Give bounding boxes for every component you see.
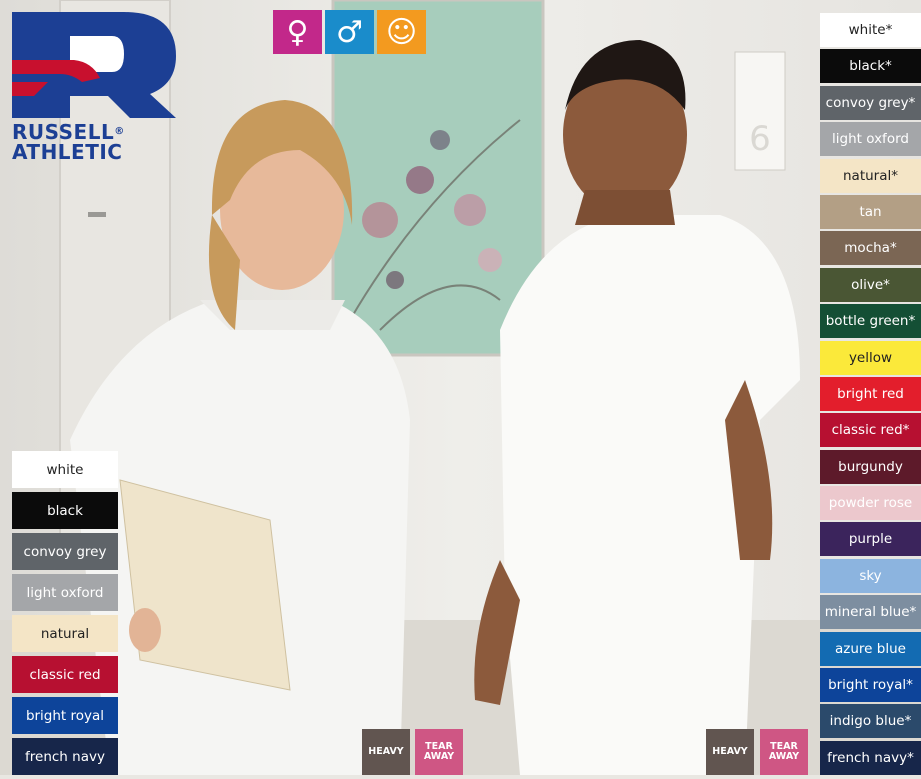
left-color-list: white black convoy grey light oxford natural… <box>12 451 118 779</box>
left-swatch-french-navy: french navy <box>12 738 118 775</box>
heavy-tag: HEAVY <box>706 729 754 775</box>
left-swatch-bright-royal: bright royal <box>12 697 118 734</box>
right-swatch-convoy-grey: convoy grey* <box>820 85 921 120</box>
right-swatch-yellow: yellow <box>820 340 921 375</box>
left-swatch-classic-red: classic red <box>12 656 118 693</box>
right-swatch-azure-blue: azure blue <box>820 631 921 666</box>
right-color-list: white* black* convoy grey* light oxford natu… <box>820 13 921 777</box>
brand-logo: RUSSELL® ATHLETIC <box>12 12 176 162</box>
left-swatch-light-oxford: light oxford <box>12 574 118 611</box>
right-swatch-burgundy: burgundy <box>820 449 921 484</box>
right-swatch-light-oxford: light oxford <box>820 122 921 157</box>
right-swatch-black: black* <box>820 49 921 84</box>
svg-text:6: 6 <box>749 119 771 159</box>
right-swatch-purple: purple <box>820 522 921 557</box>
right-swatch-classic-red: classic red* <box>820 413 921 448</box>
right-swatch-bottle-green: bottle green* <box>820 304 921 339</box>
right-swatch-french-navy: french navy* <box>820 740 921 775</box>
left-swatch-white: white <box>12 451 118 488</box>
right-swatch-tan: tan <box>820 194 921 229</box>
left-swatch-black: black <box>12 492 118 529</box>
brand-line-2: ATHLETIC <box>12 140 123 164</box>
right-swatch-white: white* <box>820 13 921 47</box>
right-swatch-indigo-blue: indigo blue* <box>820 704 921 739</box>
right-swatch-powder-rose: powder rose <box>820 486 921 521</box>
right-swatch-bright-red: bright red <box>820 376 921 411</box>
gender-icons: ♀ ♂ ☺ <box>273 10 426 54</box>
right-swatch-bright-royal: bright royal* <box>820 668 921 703</box>
left-swatch-convoy-grey: convoy grey <box>12 533 118 570</box>
tear-away-tag: TEAR AWAY <box>415 729 463 775</box>
right-swatch-mocha: mocha* <box>820 231 921 266</box>
unisex-icon: ☺ <box>377 10 426 54</box>
right-swatch-mineral-blue: mineral blue* <box>820 595 921 630</box>
right-swatch-natural: natural* <box>820 158 921 193</box>
brand-r-icon <box>12 12 176 118</box>
heavy-tag: HEAVY <box>362 729 410 775</box>
female-icon: ♀ <box>273 10 322 54</box>
registered-mark: ® <box>114 126 125 137</box>
brand-name: RUSSELL® ATHLETIC <box>12 122 176 162</box>
right-swatch-sky: sky <box>820 558 921 593</box>
right-swatch-olive: olive* <box>820 267 921 302</box>
male-icon: ♂ <box>325 10 374 54</box>
tear-away-tag: TEAR AWAY <box>760 729 808 775</box>
left-swatch-natural: natural <box>12 615 118 652</box>
